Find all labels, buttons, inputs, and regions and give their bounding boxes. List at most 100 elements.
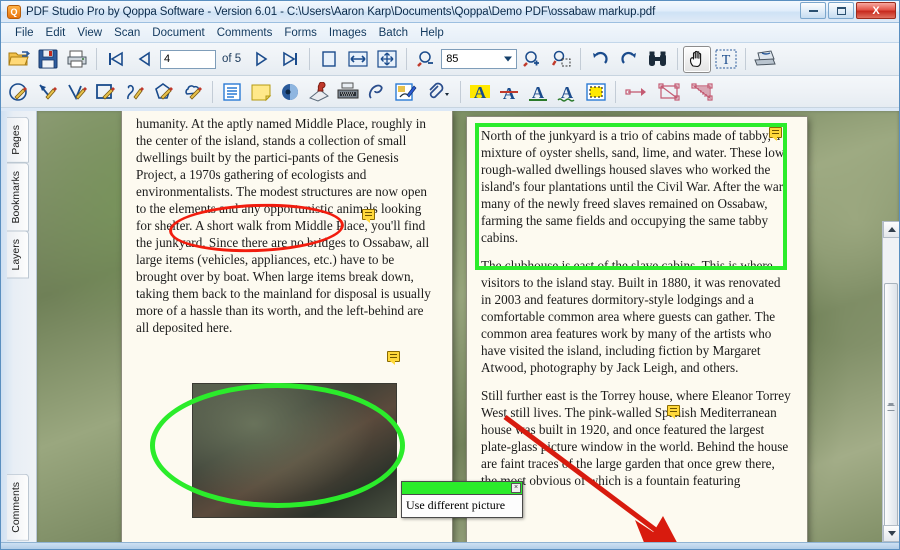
sidebar-tab-layers[interactable]: Layers bbox=[7, 231, 29, 279]
zoom-out-button[interactable] bbox=[412, 46, 440, 73]
sticky-note-marker-right-2[interactable] bbox=[667, 405, 680, 419]
ellipse-annotation-button[interactable] bbox=[5, 78, 33, 105]
attachment-tool-button[interactable] bbox=[421, 78, 455, 105]
previous-page-button[interactable] bbox=[131, 46, 159, 73]
sound-icon bbox=[282, 83, 298, 100]
open-folder-icon bbox=[8, 51, 30, 66]
menu-item-edit[interactable]: Edit bbox=[40, 25, 72, 41]
right-page-paragraph-3: Still further east is the Torrey house, … bbox=[481, 388, 791, 488]
rectangle-annotation-button[interactable] bbox=[92, 78, 120, 105]
sticky-note-marker-left-1[interactable] bbox=[362, 209, 375, 223]
underline-text-icon: A bbox=[529, 83, 547, 102]
last-page-button[interactable] bbox=[276, 46, 304, 73]
popup-note-annotation[interactable]: × Use different picture bbox=[401, 481, 523, 518]
signature-tool-button[interactable] bbox=[392, 78, 420, 105]
cloud-annotation-button[interactable] bbox=[179, 78, 207, 105]
sidebar-tab-bookmarks[interactable]: Bookmarks bbox=[7, 162, 29, 232]
area-measure-button[interactable] bbox=[687, 78, 719, 105]
open-file-button[interactable] bbox=[5, 46, 33, 73]
rotate-right-button[interactable] bbox=[615, 46, 643, 73]
side-tab-strip: Pages Bookmarks Layers Comments bbox=[1, 111, 37, 549]
typewriter-tool-button[interactable] bbox=[334, 78, 362, 105]
zoom-to-selection-button[interactable] bbox=[547, 46, 575, 73]
hand-tool-button[interactable] bbox=[683, 45, 712, 73]
fit-visible-button[interactable] bbox=[373, 46, 401, 73]
right-page-paragraph-1: North of the junkyard is a trio of cabin… bbox=[481, 128, 787, 245]
menu-item-file[interactable]: File bbox=[9, 25, 40, 41]
toolbar-separator bbox=[460, 80, 461, 103]
save-button[interactable] bbox=[34, 46, 62, 73]
page-count-label: of 5 bbox=[222, 53, 242, 65]
toolbar-separator bbox=[309, 48, 311, 70]
highlight-text-button[interactable]: A bbox=[466, 78, 494, 105]
text-box-annotation-button[interactable] bbox=[218, 78, 246, 105]
sound-annotation-button[interactable] bbox=[276, 78, 304, 105]
scroll-down-button[interactable] bbox=[883, 525, 899, 542]
toolbar-separator bbox=[96, 48, 97, 70]
sticky-note-marker-left-2[interactable] bbox=[387, 351, 400, 365]
vertical-scrollbar[interactable] bbox=[882, 221, 899, 549]
minimize-button[interactable] bbox=[800, 2, 826, 19]
menu-item-view[interactable]: View bbox=[71, 25, 108, 41]
perimeter-measure-button[interactable] bbox=[654, 78, 686, 105]
sidebar-tab-comments[interactable]: Comments bbox=[7, 474, 29, 541]
distance-measure-button[interactable] bbox=[621, 78, 653, 105]
fit-page-button[interactable] bbox=[315, 46, 343, 73]
strikeout-text-button[interactable]: A bbox=[495, 78, 523, 105]
text-select-tool-button[interactable]: T bbox=[712, 46, 740, 73]
distance-measure-icon bbox=[625, 87, 646, 96]
toolbar-separator bbox=[745, 48, 747, 70]
line-annotation-button[interactable] bbox=[63, 78, 91, 105]
rotate-right-icon bbox=[621, 51, 637, 64]
triangle-up-icon bbox=[887, 227, 896, 232]
polygon-annotation-button[interactable] bbox=[150, 78, 178, 105]
scrollbar-thumb[interactable] bbox=[884, 283, 898, 533]
zoom-in-button[interactable] bbox=[518, 46, 546, 73]
polyline-annotation-button[interactable] bbox=[121, 78, 149, 105]
menu-item-forms[interactable]: Forms bbox=[278, 25, 323, 41]
menu-item-batch[interactable]: Batch bbox=[373, 25, 414, 41]
sticky-note-marker-right-1[interactable] bbox=[769, 127, 782, 141]
scan-button[interactable] bbox=[751, 46, 779, 73]
menu-item-comments[interactable]: Comments bbox=[211, 25, 279, 41]
previous-page-icon bbox=[138, 51, 150, 67]
first-page-button[interactable] bbox=[102, 46, 130, 73]
title-bar: Q PDF Studio Pro by Qoppa Software - Ver… bbox=[1, 1, 899, 23]
sticky-note-button[interactable] bbox=[247, 78, 275, 105]
fit-width-button[interactable] bbox=[344, 46, 372, 73]
menu-item-document[interactable]: Document bbox=[146, 25, 210, 41]
arrow-annotation-button[interactable] bbox=[34, 78, 62, 105]
page-number-input[interactable] bbox=[160, 49, 216, 69]
polyline-pencil-icon bbox=[127, 84, 144, 100]
highlight-text-icon: A bbox=[470, 83, 490, 102]
zoom-level-combobox[interactable]: 85 bbox=[441, 49, 518, 69]
next-page-button[interactable] bbox=[247, 46, 275, 73]
first-page-icon bbox=[109, 51, 123, 67]
stamp-tool-button[interactable] bbox=[305, 78, 333, 105]
text-select-icon: T bbox=[715, 49, 737, 69]
rotate-left-button[interactable] bbox=[586, 46, 614, 73]
print-button[interactable] bbox=[63, 46, 91, 73]
scroll-up-button[interactable] bbox=[883, 221, 899, 238]
page-viewer[interactable]: humanity. At the aptly named Middle Plac… bbox=[37, 111, 899, 549]
zoom-in-icon bbox=[523, 51, 540, 67]
arrow-pencil-icon bbox=[39, 83, 57, 100]
popup-note-close-button[interactable]: × bbox=[511, 483, 521, 493]
maximize-button[interactable] bbox=[828, 2, 854, 19]
menu-item-help[interactable]: Help bbox=[414, 25, 450, 41]
popup-note-header[interactable]: × bbox=[402, 482, 522, 495]
menu-item-scan[interactable]: Scan bbox=[108, 25, 146, 41]
menu-item-images[interactable]: Images bbox=[323, 25, 373, 41]
rectangle-pencil-icon bbox=[96, 83, 115, 100]
sidebar-tab-pages[interactable]: Pages bbox=[7, 117, 29, 163]
pencil-icon bbox=[368, 84, 383, 99]
underline-text-button[interactable]: A bbox=[524, 78, 552, 105]
find-button[interactable] bbox=[644, 46, 672, 73]
pencil-tool-button[interactable] bbox=[363, 78, 391, 105]
squiggly-text-icon: A bbox=[557, 83, 575, 102]
select-annotations-button[interactable] bbox=[582, 78, 610, 105]
close-button[interactable]: X bbox=[856, 2, 896, 19]
squiggly-text-button[interactable]: A bbox=[553, 78, 581, 105]
svg-text:A: A bbox=[474, 83, 487, 102]
triangle-down-icon bbox=[887, 531, 896, 536]
